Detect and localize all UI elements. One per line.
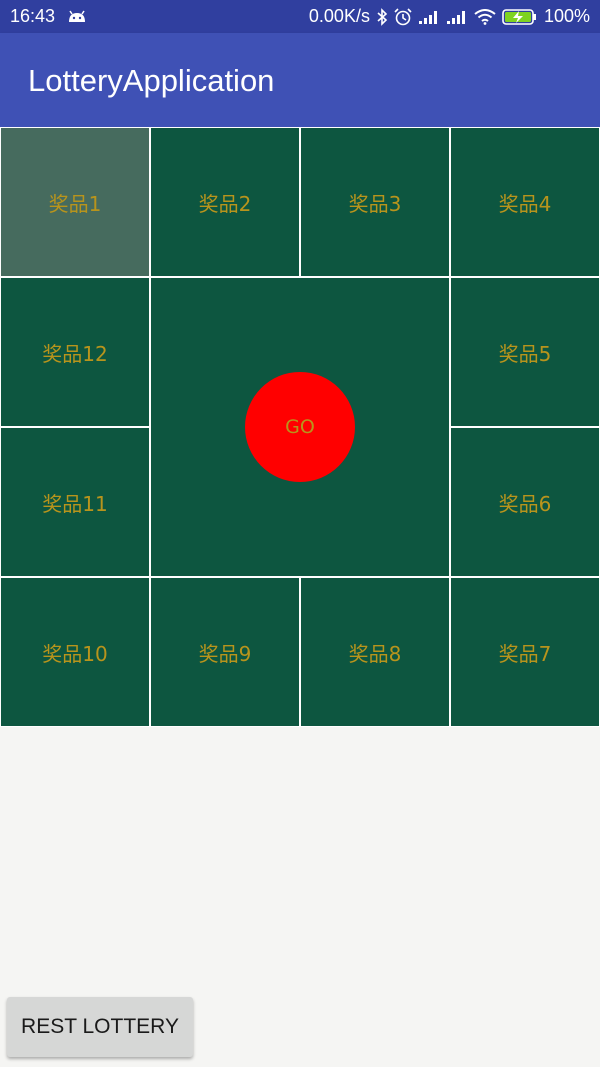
app-bar: LotteryApplication (0, 33, 600, 127)
prize-cell-8[interactable]: 奖品8 (301, 578, 449, 726)
app-title: LotteryApplication (28, 63, 275, 98)
battery-charging-icon (502, 8, 538, 26)
battery-percent: 100% (543, 6, 590, 26)
prize-cell-11[interactable]: 奖品11 (1, 428, 149, 576)
center-panel: GO (151, 278, 449, 576)
wifi-icon (474, 8, 496, 25)
signal-icon (418, 9, 440, 25)
status-bar: 16:43 0.00K/s 100% (0, 0, 600, 33)
go-button[interactable]: GO (245, 372, 355, 482)
prize-cell-10[interactable]: 奖品10 (1, 578, 149, 726)
notification-icon (67, 10, 87, 24)
status-right: 0.00K/s 100% (309, 0, 590, 33)
lottery-grid: 奖品1 奖品2 奖品3 奖品4 奖品12 奖品5 奖品11 奖品6 奖品10 奖… (0, 127, 600, 727)
signal-icon (446, 9, 468, 25)
prize-cell-6[interactable]: 奖品6 (451, 428, 599, 576)
reset-lottery-button[interactable]: REST LOTTERY (7, 997, 193, 1057)
status-time: 16:43 (10, 6, 56, 26)
prize-cell-4[interactable]: 奖品4 (451, 128, 599, 276)
prize-cell-5[interactable]: 奖品5 (451, 278, 599, 426)
prize-cell-2[interactable]: 奖品2 (151, 128, 299, 276)
prize-cell-7[interactable]: 奖品7 (451, 578, 599, 726)
alarm-icon (394, 7, 412, 26)
status-left: 16:43 (10, 0, 87, 33)
prize-cell-9[interactable]: 奖品9 (151, 578, 299, 726)
bluetooth-icon (376, 7, 388, 26)
prize-cell-1[interactable]: 奖品1 (1, 128, 149, 276)
prize-cell-3[interactable]: 奖品3 (301, 128, 449, 276)
network-speed: 0.00K/s (308, 6, 370, 26)
prize-cell-12[interactable]: 奖品12 (1, 278, 149, 426)
